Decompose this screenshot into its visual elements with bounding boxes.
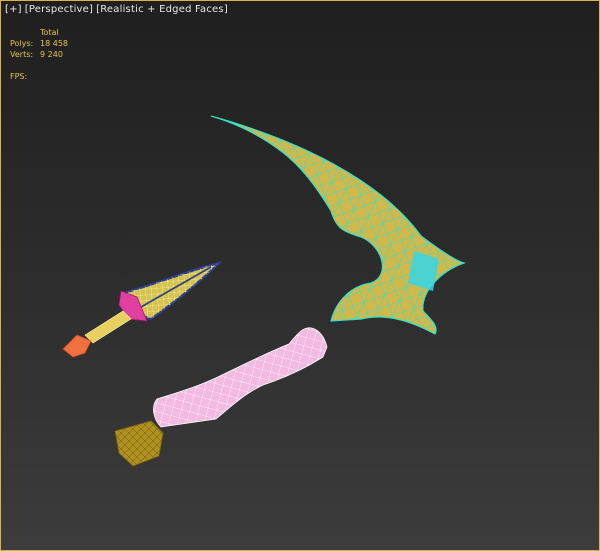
dagger-model[interactable]	[62, 261, 223, 358]
scythe-pommel[interactable]	[114, 420, 164, 467]
scythe-blade[interactable]	[210, 115, 467, 335]
perspective-viewport[interactable]: [+] [Perspective] [Realistic + Edged Fac…	[0, 0, 600, 551]
scene-view[interactable]	[1, 1, 599, 550]
scythe-handle[interactable]	[153, 327, 328, 428]
dagger-grip[interactable]	[84, 310, 132, 344]
dagger-tip[interactable]	[62, 334, 92, 358]
